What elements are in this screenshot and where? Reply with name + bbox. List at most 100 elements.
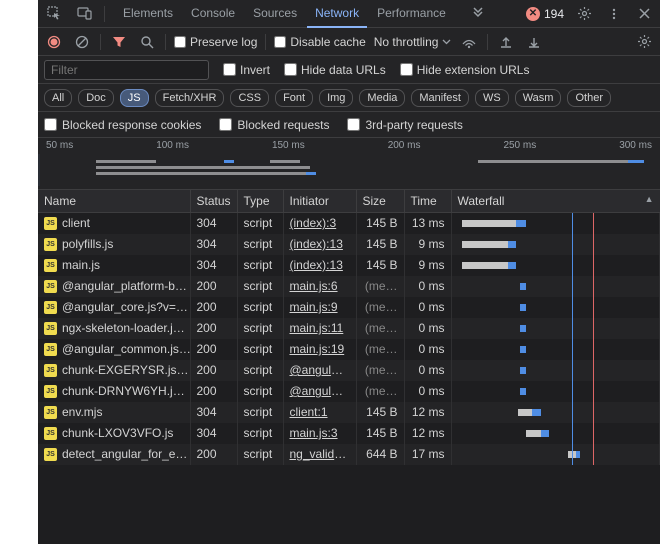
- col-header-time[interactable]: Time: [404, 190, 451, 213]
- waterfall-cell: [451, 255, 660, 276]
- inspect-element-icon[interactable]: [44, 4, 64, 24]
- error-count-badge[interactable]: ✕ 194: [526, 7, 564, 21]
- blocked-response-cookies-checkbox[interactable]: Blocked response cookies: [44, 118, 201, 132]
- download-har-icon[interactable]: [524, 32, 544, 52]
- request-type: script: [237, 255, 283, 276]
- hide-ext-urls-checkbox[interactable]: Hide extension URLs: [400, 63, 530, 77]
- initiator-link[interactable]: main.js:19: [290, 342, 345, 356]
- request-name: @angular_common.js…: [62, 342, 190, 356]
- network-conditions-icon[interactable]: [459, 32, 479, 52]
- type-filter-ws[interactable]: WS: [475, 89, 509, 107]
- timeline-overview[interactable]: 50 ms100 ms150 ms200 ms250 ms300 ms: [38, 138, 660, 190]
- col-header-name[interactable]: Name: [38, 190, 190, 213]
- request-size: (me…: [356, 276, 404, 297]
- filter-input[interactable]: [44, 60, 209, 80]
- type-filter-all[interactable]: All: [44, 89, 72, 107]
- device-toolbar-icon[interactable]: [74, 4, 94, 24]
- hide-data-urls-checkbox[interactable]: Hide data URLs: [284, 63, 386, 77]
- settings-icon[interactable]: [574, 4, 594, 24]
- blocked-requests-checkbox[interactable]: Blocked requests: [219, 118, 329, 132]
- request-time: 0 ms: [404, 381, 451, 402]
- request-type: script: [237, 234, 283, 255]
- col-header-type[interactable]: Type: [237, 190, 283, 213]
- filter-icon[interactable]: [109, 32, 129, 52]
- clear-button[interactable]: [72, 32, 92, 52]
- col-header-size[interactable]: Size: [356, 190, 404, 213]
- extra-filters: Blocked response cookies Blocked request…: [38, 112, 660, 138]
- request-time: 13 ms: [404, 213, 451, 234]
- request-time: 0 ms: [404, 276, 451, 297]
- js-file-icon: JS: [44, 427, 57, 440]
- type-filter-font[interactable]: Font: [275, 89, 313, 107]
- type-filter-img[interactable]: Img: [319, 89, 353, 107]
- invert-checkbox[interactable]: Invert: [223, 63, 270, 77]
- table-row[interactable]: JSclient304script(index):3145 B13 ms: [38, 213, 660, 234]
- initiator-link[interactable]: (index):13: [290, 237, 343, 251]
- request-type: script: [237, 276, 283, 297]
- timeline-tick: 100 ms: [156, 140, 189, 151]
- separator: [104, 6, 105, 22]
- main-tab-bar: ElementsConsoleSourcesNetworkPerformance…: [38, 0, 660, 28]
- type-filter-manifest[interactable]: Manifest: [411, 89, 469, 107]
- js-file-icon: JS: [44, 385, 57, 398]
- search-icon[interactable]: [137, 32, 157, 52]
- throttling-select[interactable]: No throttling: [374, 35, 452, 49]
- more-tabs-icon[interactable]: [468, 4, 488, 24]
- waterfall-cell: [451, 423, 660, 444]
- initiator-link[interactable]: main.js:11: [290, 321, 344, 335]
- kebab-menu-icon[interactable]: [604, 4, 624, 24]
- upload-har-icon[interactable]: [496, 32, 516, 52]
- tab-elements[interactable]: Elements: [115, 0, 181, 27]
- table-row[interactable]: JSdetect_angular_for_e…200scriptng_valid…: [38, 444, 660, 465]
- tab-network[interactable]: Network: [307, 0, 367, 28]
- initiator-link[interactable]: ng_validat…: [290, 447, 357, 461]
- third-party-checkbox[interactable]: 3rd-party requests: [347, 118, 462, 132]
- col-header-initiator[interactable]: Initiator: [283, 190, 356, 213]
- type-filter-fetch-xhr[interactable]: Fetch/XHR: [155, 89, 225, 107]
- waterfall-cell: [451, 360, 660, 381]
- table-row[interactable]: JSchunk-EXGERYSR.js…200script@angular_…(…: [38, 360, 660, 381]
- type-filter-css[interactable]: CSS: [230, 89, 269, 107]
- request-name: chunk-DRNYW6YH.j…: [62, 384, 185, 398]
- waterfall-cell: [451, 318, 660, 339]
- initiator-link[interactable]: @angular_…: [290, 363, 357, 377]
- resource-type-filter: All Doc JS Fetch/XHR CSS Font Img Media Manifest…: [38, 84, 660, 112]
- table-row[interactable]: JSchunk-DRNYW6YH.j…200script@angular_…(m…: [38, 381, 660, 402]
- initiator-link[interactable]: @angular_…: [290, 384, 357, 398]
- table-row[interactable]: JSpolyfills.js304script(index):13145 B9 …: [38, 234, 660, 255]
- table-row[interactable]: JS@angular_core.js?v=…200scriptmain.js:9…: [38, 297, 660, 318]
- table-row[interactable]: JSenv.mjs304scriptclient:1145 B12 ms: [38, 402, 660, 423]
- col-header-waterfall[interactable]: Waterfall▲: [451, 190, 660, 213]
- col-header-status[interactable]: Status: [190, 190, 237, 213]
- initiator-link[interactable]: (index):13: [290, 258, 343, 272]
- js-file-icon: JS: [44, 322, 57, 335]
- table-row[interactable]: JSchunk-LXOV3VFO.js304scriptmain.js:3145…: [38, 423, 660, 444]
- table-row[interactable]: JS@angular_common.js…200scriptmain.js:19…: [38, 339, 660, 360]
- type-filter-js[interactable]: JS: [120, 89, 149, 107]
- initiator-link[interactable]: main.js:3: [290, 426, 338, 440]
- table-row[interactable]: JS@angular_platform-b…200scriptmain.js:6…: [38, 276, 660, 297]
- initiator-link[interactable]: client:1: [290, 405, 328, 419]
- preserve-log-checkbox[interactable]: Preserve log: [174, 35, 257, 49]
- tab-performance[interactable]: Performance: [369, 0, 454, 27]
- type-filter-media[interactable]: Media: [359, 89, 405, 107]
- record-button[interactable]: [44, 32, 64, 52]
- request-name: polyfills.js: [62, 237, 113, 251]
- table-row[interactable]: JSmain.js304script(index):13145 B9 ms: [38, 255, 660, 276]
- type-filter-doc[interactable]: Doc: [78, 89, 114, 107]
- initiator-link[interactable]: main.js:9: [290, 300, 338, 314]
- initiator-link[interactable]: main.js:6: [290, 279, 338, 293]
- initiator-link[interactable]: (index):3: [290, 216, 337, 230]
- request-type: script: [237, 381, 283, 402]
- type-filter-other[interactable]: Other: [567, 89, 611, 107]
- disable-cache-checkbox[interactable]: Disable cache: [274, 35, 365, 49]
- tab-sources[interactable]: Sources: [245, 0, 305, 27]
- request-status: 200: [190, 318, 237, 339]
- request-size: (me…: [356, 297, 404, 318]
- network-settings-icon[interactable]: [634, 32, 654, 52]
- close-icon[interactable]: [634, 4, 654, 24]
- type-filter-wasm[interactable]: Wasm: [515, 89, 562, 107]
- separator: [265, 34, 266, 50]
- tab-console[interactable]: Console: [183, 0, 243, 27]
- table-row[interactable]: JSngx-skeleton-loader.j…200scriptmain.js…: [38, 318, 660, 339]
